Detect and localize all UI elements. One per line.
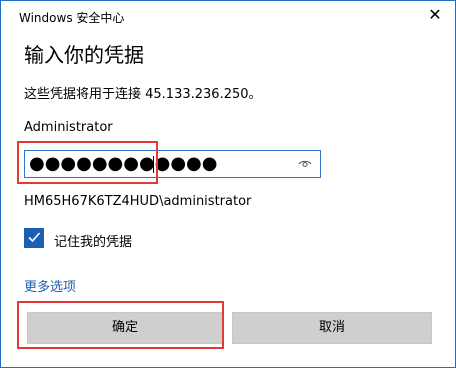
dialog-heading: 输入你的凭据 — [24, 43, 144, 67]
close-icon[interactable]: ✕ — [427, 7, 443, 23]
remember-label: 记住我的凭据 — [54, 235, 133, 250]
title-bar: Windows 安全中心 ✕ — [1, 1, 455, 31]
username-label: Administrator — [24, 120, 113, 135]
reveal-password-icon[interactable] — [298, 159, 312, 169]
checkmark-icon — [28, 232, 41, 243]
account-name: HM65H67K6TZ4HUD\administrator — [24, 194, 252, 209]
window-title: Windows 安全中心 — [19, 11, 125, 25]
password-highlight-box — [17, 141, 158, 184]
more-options-link[interactable]: 更多选项 — [24, 276, 76, 295]
checkbox-box[interactable] — [24, 228, 44, 248]
credential-dialog: Windows 安全中心 ✕ 输入你的凭据 这些凭据将用于连接 45.133.2… — [0, 0, 456, 368]
ok-highlight-box — [17, 301, 224, 349]
cancel-button[interactable]: 取消 — [232, 312, 432, 344]
connection-message: 这些凭据将用于连接 45.133.236.250。 — [24, 87, 262, 102]
